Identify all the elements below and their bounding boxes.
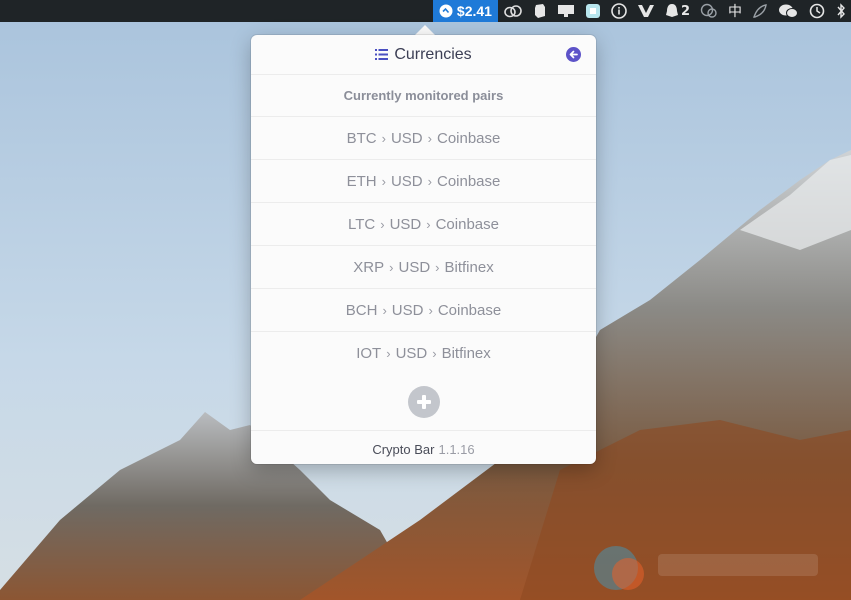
chevron-right-icon: › (426, 216, 431, 232)
pair-row-bch[interactable]: BCH › USD › Coinbase (251, 289, 596, 332)
creative-cloud-icon[interactable] (498, 0, 528, 22)
plus-icon (416, 395, 431, 409)
crypto-bar-status-item[interactable]: $2.41 (432, 0, 498, 22)
list-icon (375, 49, 389, 60)
time-machine-icon[interactable] (803, 0, 831, 22)
currencies-popover: Currencies Currently monitored pairs BTC… (251, 35, 596, 464)
display-icon[interactable] (552, 0, 580, 22)
popover-title: Currencies (394, 45, 472, 63)
pair-fiat: USD (395, 344, 428, 362)
status-price: $2.41 (456, 3, 492, 19)
pair-exchange: Coinbase (435, 215, 499, 233)
chevron-right-icon: › (428, 302, 433, 318)
chevron-right-icon: › (381, 173, 386, 189)
pair-coin: LTC (348, 215, 376, 233)
pair-fiat: USD (390, 129, 423, 147)
pair-row-btc[interactable]: BTC › USD › Coinbase (251, 117, 596, 160)
app-version: 1.1.16 (438, 441, 475, 457)
chevron-right-icon: › (427, 173, 432, 189)
chevron-right-icon: › (382, 302, 387, 318)
pair-exchange: Coinbase (436, 129, 501, 147)
pair-exchange: Bitfinex (441, 344, 491, 362)
pair-row-xrp[interactable]: XRP › USD › Bitfinex (251, 246, 596, 289)
pair-fiat: USD (390, 172, 423, 190)
menu-bar: $2.41 2 中 (0, 0, 851, 22)
pair-row-ltc[interactable]: LTC › USD › Coinbase (251, 203, 596, 246)
app-name: Crypto Bar (372, 441, 435, 457)
search-bubble-icon[interactable] (695, 0, 723, 22)
pair-fiat: USD (391, 301, 424, 319)
chevron-right-icon: › (380, 216, 385, 232)
add-pair-button[interactable] (407, 386, 440, 418)
pair-exchange: Coinbase (437, 301, 502, 319)
chevron-right-icon: › (386, 345, 391, 361)
wechat-icon[interactable] (773, 0, 803, 22)
pair-coin: BCH (345, 301, 378, 319)
pair-exchange: Coinbase (436, 172, 501, 190)
bluetooth-icon[interactable] (831, 0, 851, 22)
back-button[interactable] (566, 47, 581, 62)
section-subtitle: Currently monitored pairs (251, 75, 596, 117)
chevron-right-icon: › (427, 130, 432, 146)
pair-coin: XRP (353, 258, 385, 276)
pair-fiat: USD (398, 258, 431, 276)
pair-row-iot[interactable]: IOT › USD › Bitfinex (251, 332, 596, 374)
popover-footer: Crypto Bar 1.1.16 (251, 431, 596, 467)
evernote-icon[interactable] (528, 0, 552, 22)
pair-coin: IOT (356, 344, 382, 362)
watermark-logo (594, 546, 818, 590)
chevron-right-icon: › (432, 345, 437, 361)
vivaldi-icon[interactable] (632, 0, 660, 22)
chevron-right-icon: › (381, 130, 386, 146)
back-arrow-icon (569, 50, 578, 59)
chevron-right-icon: › (435, 259, 440, 275)
pair-fiat: USD (389, 215, 422, 233)
chevron-right-icon: › (389, 259, 394, 275)
qq-notification-count: 2 (680, 3, 690, 19)
crypto-bar-icon (439, 4, 453, 18)
pair-row-eth[interactable]: ETH › USD › Coinbase (251, 160, 596, 203)
pair-coin: BTC (346, 129, 377, 147)
info-icon[interactable] (606, 0, 632, 22)
add-pair-area (251, 374, 596, 431)
quill-icon[interactable] (747, 0, 773, 22)
input-method-indicator[interactable]: 中 (723, 0, 747, 22)
popover-header: Currencies (251, 35, 596, 75)
qq-icon[interactable]: 2 (660, 0, 695, 22)
pair-exchange: Bitfinex (444, 258, 494, 276)
app-square-icon[interactable] (580, 0, 606, 22)
pair-coin: ETH (346, 172, 377, 190)
